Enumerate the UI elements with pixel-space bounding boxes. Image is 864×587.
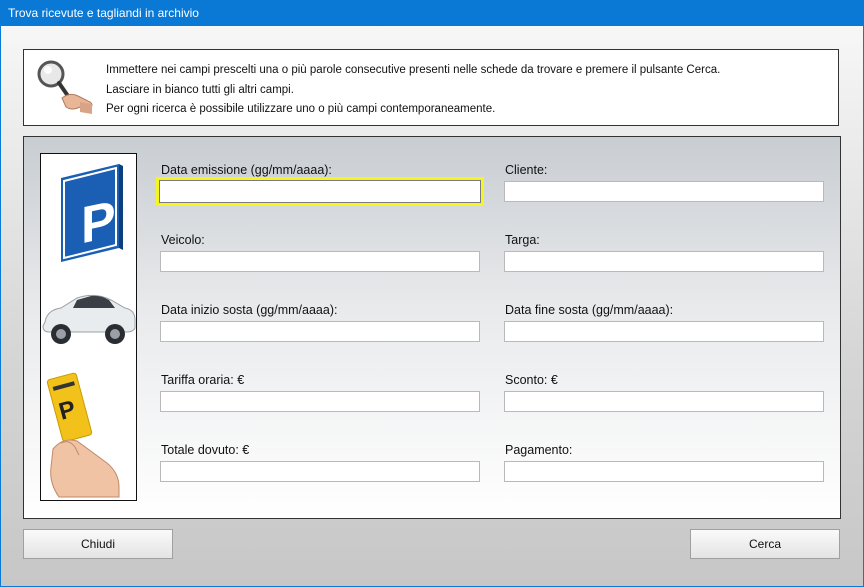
data-emissione-label: Data emissione (gg/mm/aaaa): [161,163,332,177]
cliente-label: Cliente: [505,163,548,177]
data-emissione-input[interactable] [156,177,484,206]
svg-text:P: P [81,190,116,256]
data-inizio-sosta-label: Data inizio sosta (gg/mm/aaaa): [161,303,338,317]
pagamento-input[interactable] [504,461,824,482]
sconto-label: Sconto: € [505,373,558,387]
instructions-text: Immettere nei campi prescelti una o più … [106,61,720,120]
tariffa-oraria-label: Tariffa oraria: € [161,373,245,387]
instruction-line-2: Lasciare in bianco tutti gli altri campi… [106,83,294,96]
instruction-line-1: Immettere nei campi prescelti una o più … [106,64,721,76]
data-fine-sosta-input[interactable] [504,321,824,342]
parking-sign-icon: P [61,164,123,262]
image-strip: P P [40,153,137,501]
pagamento-label: Pagamento: [505,443,573,457]
sconto-input[interactable] [504,391,824,412]
totale-dovuto-input[interactable] [160,461,480,482]
dialog-body: Immettere nei campi prescelti una o più … [1,26,863,586]
search-form-panel: P P Data emissione (gg/mm/aaaa): Cliente… [23,136,841,519]
close-button[interactable]: Chiudi [23,529,173,559]
veicolo-input[interactable] [160,251,480,272]
search-button[interactable]: Cerca [690,529,840,559]
totale-dovuto-label: Totale dovuto: € [161,443,250,457]
instructions-panel: Immettere nei campi prescelti una o più … [23,49,839,126]
tariffa-oraria-input[interactable] [160,391,480,412]
cliente-input[interactable] [504,181,824,202]
data-inizio-sosta-input[interactable] [160,321,480,342]
instruction-line-3: Per ogni ricerca è possibile utilizzare … [106,103,496,115]
targa-label: Targa: [505,233,540,247]
magnifier-hand-icon [37,60,93,114]
parking-ticket-hand-icon: P [46,372,120,498]
veicolo-label: Veicolo: [161,233,205,247]
car-icon [42,294,136,344]
window-title: Trova ricevute e tagliandi in archivio [0,0,864,26]
targa-input[interactable] [504,251,824,272]
data-fine-sosta-label: Data fine sosta (gg/mm/aaaa): [505,303,674,317]
